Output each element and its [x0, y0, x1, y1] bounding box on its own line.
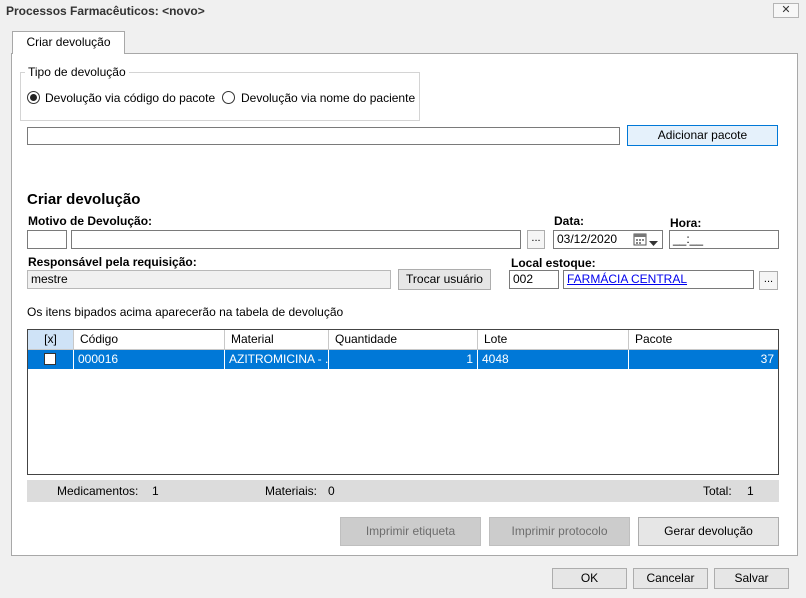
- table-header: [x] Código Material Quantidade Lote Paco…: [28, 330, 778, 350]
- imprimir-protocolo-button[interactable]: Imprimir protocolo: [489, 517, 630, 546]
- local-name-link[interactable]: FARMÁCIA CENTRAL: [567, 272, 687, 286]
- cell-lote: 4048: [478, 350, 629, 369]
- window-title: Processos Farmacêuticos: <novo>: [6, 4, 205, 18]
- cell-codigo: 000016: [74, 350, 225, 369]
- tipo-devolucao-legend: Tipo de devolução: [25, 65, 129, 79]
- imprimir-etiqueta-button[interactable]: Imprimir etiqueta: [340, 517, 481, 546]
- cell-material: AZITROMICINA - ...: [225, 350, 329, 369]
- cell-quantidade: 1: [329, 350, 478, 369]
- data-label: Data:: [554, 214, 585, 228]
- tab-criar-devolucao[interactable]: Criar devolução: [12, 31, 125, 54]
- info-text: Os itens bipados acima aparecerão na tab…: [27, 305, 344, 319]
- close-button[interactable]: ✕: [773, 3, 799, 18]
- radio-codigo-pacote-label[interactable]: Devolução via código do pacote: [45, 91, 215, 105]
- radio-codigo-pacote[interactable]: [27, 91, 40, 104]
- responsavel-input: mestre: [27, 270, 391, 289]
- gerar-devolucao-button[interactable]: Gerar devolução: [638, 517, 779, 546]
- medicamentos-label: Medicamentos:: [57, 484, 139, 498]
- local-estoque-label: Local estoque:: [511, 256, 596, 270]
- local-code-input[interactable]: 002: [509, 270, 559, 289]
- total-count: 1: [747, 484, 754, 498]
- row-select-cell[interactable]: [28, 350, 74, 369]
- total-label: Total:: [703, 484, 732, 498]
- radio-nome-paciente-label[interactable]: Devolução via nome do paciente: [241, 91, 415, 105]
- local-lookup-button[interactable]: ...: [759, 271, 778, 290]
- materiais-label: Materiais:: [265, 484, 318, 498]
- hora-input[interactable]: __:__: [669, 230, 779, 249]
- salvar-button[interactable]: Salvar: [714, 568, 789, 589]
- summary-bar: [27, 480, 779, 502]
- col-material[interactable]: Material: [225, 330, 329, 349]
- calendar-icon[interactable]: [633, 233, 647, 246]
- motivo-text-input[interactable]: [71, 230, 521, 249]
- cancelar-button[interactable]: Cancelar: [633, 568, 708, 589]
- close-icon: ✕: [781, 4, 791, 16]
- section-title: Criar devolução: [27, 191, 141, 208]
- motivo-lookup-button[interactable]: ...: [527, 230, 545, 249]
- col-codigo[interactable]: Código: [74, 330, 225, 349]
- motivo-label: Motivo de Devolução:: [28, 214, 153, 228]
- responsavel-label: Responsável pela requisição:: [28, 255, 197, 269]
- col-quantidade[interactable]: Quantidade: [329, 330, 478, 349]
- col-lote[interactable]: Lote: [478, 330, 629, 349]
- pacote-input[interactable]: [27, 127, 620, 145]
- medicamentos-count: 1: [152, 484, 159, 498]
- col-pacote[interactable]: Pacote: [629, 330, 778, 349]
- row-checkbox[interactable]: [44, 353, 56, 365]
- local-name-field[interactable]: FARMÁCIA CENTRAL: [563, 270, 754, 289]
- ok-button[interactable]: OK: [552, 568, 627, 589]
- materiais-count: 0: [328, 484, 335, 498]
- table-row[interactable]: 000016 AZITROMICINA - ... 1 4048 37: [28, 350, 778, 369]
- data-value: 03/12/2020: [557, 232, 618, 246]
- col-select[interactable]: [x]: [28, 330, 74, 349]
- adicionar-pacote-button[interactable]: Adicionar pacote: [627, 125, 778, 146]
- hora-label: Hora:: [670, 216, 702, 230]
- trocar-usuario-button[interactable]: Trocar usuário: [398, 269, 491, 290]
- devolucao-table: [x] Código Material Quantidade Lote Paco…: [27, 329, 779, 475]
- chevron-down-icon[interactable]: [649, 236, 658, 246]
- motivo-code-input[interactable]: [27, 230, 67, 249]
- cell-pacote: 37: [760, 352, 774, 366]
- radio-nome-paciente[interactable]: [222, 91, 235, 104]
